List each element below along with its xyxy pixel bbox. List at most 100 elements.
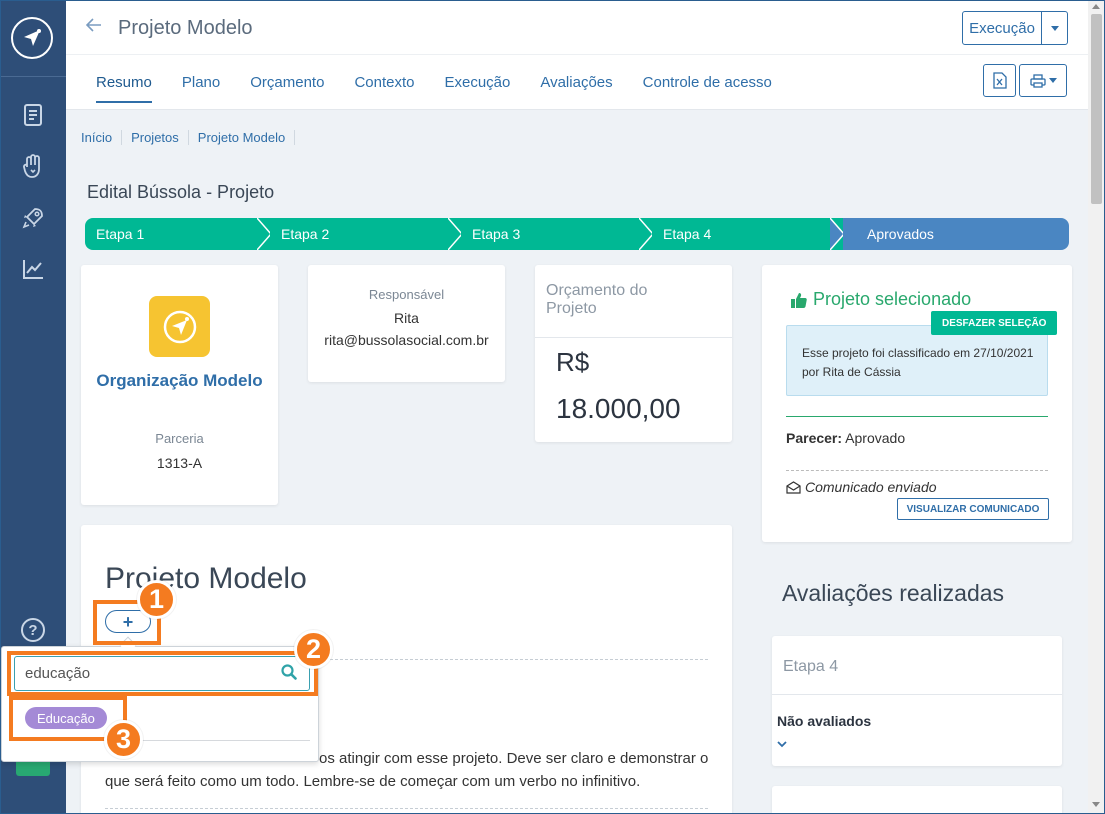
- budget-label: Orçamento do Projeto: [546, 282, 648, 317]
- organization-code: 1313-A: [156, 455, 203, 471]
- tag-search-field[interactable]: [14, 656, 310, 691]
- chart-line-icon[interactable]: [20, 256, 46, 282]
- organization-logo-icon: [149, 296, 210, 357]
- annotation-badge-2: 2: [294, 630, 333, 669]
- organization-card: Organização Modelo Parceria 1313-A: [81, 265, 278, 505]
- step-chevron-icon: [639, 218, 653, 250]
- scroll-thumb[interactable]: [1091, 14, 1102, 204]
- organization-name[interactable]: Organização Modelo: [81, 371, 278, 391]
- selection-title-text: Projeto selecionado: [813, 289, 972, 309]
- step-aprovados: Aprovados: [843, 218, 1069, 250]
- breadcrumb-projetos[interactable]: Projetos: [122, 130, 189, 145]
- scroll-down-arrow-icon[interactable]: [1092, 802, 1100, 807]
- responsible-card: Responsável Rita rita@bussolasocial.com.…: [308, 265, 505, 382]
- rocket-icon[interactable]: [20, 205, 46, 231]
- selection-card: Projeto selecionado Esse projeto foi cla…: [762, 265, 1072, 542]
- document-icon[interactable]: [20, 102, 46, 128]
- organization-type-label: Parceria: [155, 431, 204, 446]
- hand-heart-icon[interactable]: [20, 153, 46, 179]
- selection-dashed-divider: [786, 470, 1048, 471]
- responsible-label: Responsável: [368, 287, 445, 302]
- tab-contexto[interactable]: Contexto: [354, 74, 414, 103]
- header-divider: [66, 54, 1088, 55]
- tab-orcamento[interactable]: Orçamento: [250, 74, 324, 103]
- budget-card: Orçamento do Projeto R$ 18.000,00: [535, 265, 732, 442]
- excel-file-icon: [992, 72, 1007, 89]
- scroll-up-arrow-icon[interactable]: [1092, 4, 1100, 9]
- evaluation-stage-label: Etapa 4: [783, 658, 839, 675]
- tab-plano[interactable]: Plano: [182, 74, 220, 103]
- tab-resumo[interactable]: Resumo: [96, 74, 152, 103]
- back-arrow-icon[interactable]: [85, 16, 102, 37]
- evaluation-stage-card: Etapa 4 Não avaliados: [772, 636, 1062, 766]
- page-title: Projeto Modelo: [118, 17, 253, 39]
- tag-search-popover: Educação: [1, 646, 319, 762]
- edital-title: Edital Bússola - Projeto: [87, 182, 275, 202]
- tab-execucao[interactable]: Execução: [444, 74, 510, 103]
- chevron-down-icon: [1048, 78, 1057, 83]
- undo-selection-button[interactable]: DESFAZER SELEÇÃO: [931, 311, 1058, 335]
- help-icon[interactable]: ?: [21, 618, 45, 642]
- execution-dropdown-button[interactable]: Execução: [962, 11, 1068, 45]
- evaluations-title: Avaliações realizadas: [782, 580, 1005, 606]
- chevron-down-icon[interactable]: [1042, 12, 1067, 44]
- chevron-down-icon[interactable]: [777, 736, 787, 751]
- project-title: Projeto Modelo: [105, 562, 307, 595]
- selection-info-box: Esse projeto foi classificado em 27/10/2…: [786, 325, 1048, 396]
- parecer-value: Aprovado: [845, 430, 906, 446]
- tab-avaliacoes[interactable]: Avaliações: [540, 74, 612, 103]
- tag-option-educacao[interactable]: Educação: [25, 707, 107, 729]
- step-label: Aprovados: [867, 226, 934, 242]
- budget-currency: R$: [556, 347, 590, 377]
- sidebar-divider: [0, 76, 66, 77]
- breadcrumb: Início Projetos Projeto Modelo: [81, 130, 296, 145]
- parecer-row: Parecer: Aprovado: [786, 430, 905, 446]
- selection-title: Projeto selecionado: [790, 289, 971, 310]
- popover-divider: [14, 740, 310, 741]
- step-chevron-icon: [448, 218, 462, 250]
- responsible-name: Rita: [394, 310, 419, 326]
- step-label: Etapa 2: [281, 226, 330, 242]
- header: Projeto Modelo Execução Resumo Plano Orç…: [66, 0, 1088, 110]
- project-bottom-divider: [105, 808, 708, 809]
- app-logo-icon[interactable]: [11, 17, 53, 59]
- comunicado-status: Comunicado enviado: [786, 479, 937, 495]
- breadcrumb-projeto-modelo[interactable]: Projeto Modelo: [189, 130, 296, 145]
- project-dashed-divider: [295, 659, 708, 660]
- step-chevron-icon: [830, 218, 844, 250]
- stage-stepper: Etapa 1 Etapa 2 Etapa 3 Etapa 4 Aprovado…: [85, 218, 1069, 250]
- step-label: Etapa 3: [472, 226, 521, 242]
- step-label: Etapa 4: [663, 226, 712, 242]
- breadcrumb-inicio[interactable]: Início: [81, 130, 123, 145]
- step-etapa-2: Etapa 2: [270, 218, 462, 250]
- annotation-badge-3: 3: [104, 720, 143, 759]
- step-label: Etapa 1: [96, 226, 145, 242]
- step-etapa-3: Etapa 3: [461, 218, 653, 250]
- execution-button-label[interactable]: Execução: [963, 12, 1042, 44]
- step-chevron-icon: [257, 218, 271, 250]
- evaluation-stage-card-2: [772, 786, 1062, 814]
- step-etapa-4: Etapa 4: [652, 218, 844, 250]
- budget-divider: [535, 337, 732, 338]
- selection-divider: [786, 416, 1048, 417]
- printer-icon: [1029, 73, 1046, 88]
- not-evaluated-label: Não avaliados: [777, 713, 872, 729]
- tab-controle-de-acesso[interactable]: Controle de acesso: [643, 74, 772, 103]
- tag-search-input[interactable]: [25, 665, 275, 682]
- thumbs-up-icon: [791, 292, 807, 308]
- step-etapa-1: Etapa 1: [85, 218, 271, 250]
- search-icon[interactable]: [281, 664, 297, 680]
- print-dropdown-button[interactable]: [1019, 64, 1067, 97]
- project-description-line-2: que será feito como um todo. Lembre-se d…: [105, 773, 641, 790]
- budget-value: 18.000,00: [556, 393, 681, 424]
- parecer-label: Parecer:: [786, 430, 843, 446]
- vertical-scrollbar[interactable]: [1088, 0, 1105, 814]
- evaluation-divider: [772, 694, 1062, 695]
- responsible-email: rita@bussolasocial.com.br: [324, 332, 489, 348]
- comunicado-text: Comunicado enviado: [805, 479, 937, 495]
- export-excel-button[interactable]: [983, 64, 1016, 97]
- view-communication-button[interactable]: VISUALIZAR COMUNICADO: [897, 498, 1049, 520]
- annotation-badge-1: 1: [137, 580, 176, 619]
- envelope-open-icon: [786, 480, 801, 494]
- tab-bar: Resumo Plano Orçamento Contexto Execução…: [96, 74, 802, 103]
